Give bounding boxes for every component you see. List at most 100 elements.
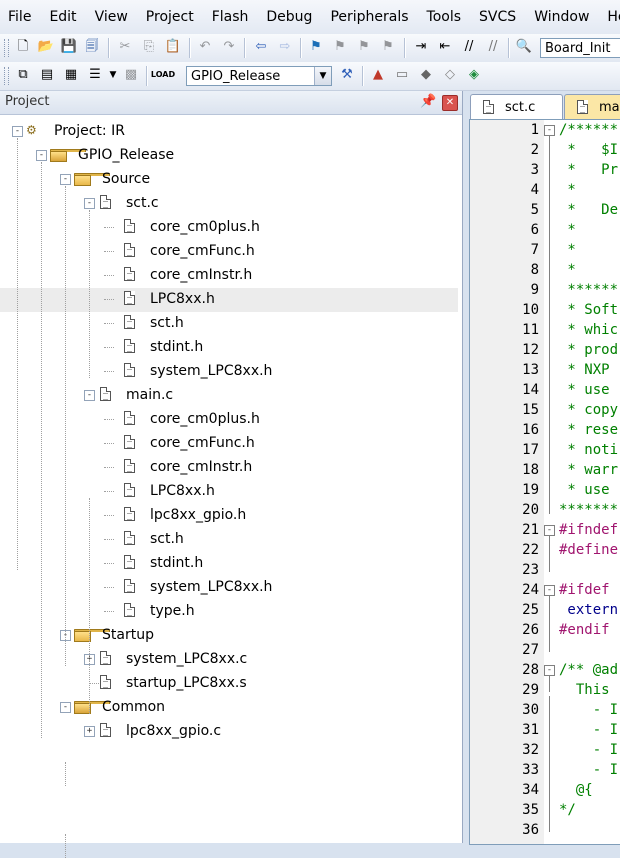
batch-dropdown-icon[interactable]: ▼ [104, 66, 122, 84]
open-folder-icon[interactable]: 📂 [37, 38, 55, 56]
tree-item[interactable]: - main.c [0, 384, 458, 408]
prev-bookmark-icon[interactable]: ⚑ [331, 38, 349, 56]
copy-icon[interactable]: ⎘ [140, 38, 158, 56]
collapse-icon[interactable]: - [60, 174, 71, 185]
tree-item-label: system_LPC8xx.c [126, 651, 248, 667]
tab-main-c[interactable]: ma [564, 94, 620, 119]
menu-window[interactable]: Window [525, 0, 598, 34]
code-line: @{ [559, 782, 593, 798]
save-icon[interactable]: 💾 [60, 38, 78, 56]
navigate-back-icon[interactable]: ⇦ [252, 38, 270, 56]
menu-peripherals[interactable]: Peripherals [321, 0, 417, 34]
tree-item[interactable]: stdint.h [0, 336, 458, 360]
expand-icon[interactable]: + [84, 726, 95, 737]
menu-tools[interactable]: Tools [418, 0, 471, 34]
tree-item[interactable]: lpc8xx_gpio.h [0, 504, 458, 528]
file-icon [124, 339, 140, 355]
tree-item[interactable]: core_cm0plus.h [0, 216, 458, 240]
undo-icon[interactable]: ↶ [196, 38, 214, 56]
bookmark-icon[interactable]: ⚑ [307, 38, 325, 56]
fold-toggle-icon[interactable]: - [544, 125, 555, 136]
tree-item[interactable]: stdint.h [0, 552, 458, 576]
tree-item[interactable]: - GPIO_Release [0, 144, 458, 168]
collapse-icon[interactable]: - [12, 126, 23, 137]
tree-item[interactable]: core_cm0plus.h [0, 408, 458, 432]
tree-item[interactable]: core_cmInstr.h [0, 264, 458, 288]
menu-view[interactable]: View [86, 0, 137, 34]
target-options-icon[interactable]: ⚒ [338, 66, 356, 84]
build-icon[interactable]: ▤ [38, 66, 56, 84]
clear-bookmarks-icon[interactable]: ⚑ [379, 38, 397, 56]
tree-item[interactable]: system_LPC8xx.h [0, 576, 458, 600]
tree-item-label: core_cmFunc.h [150, 435, 255, 451]
save-all-icon[interactable]: 🗐 [83, 38, 101, 56]
uncomment-icon[interactable]: // [484, 38, 502, 56]
collapse-icon[interactable]: - [36, 150, 47, 161]
tree-item[interactable]: type.h [0, 600, 458, 624]
code-line: - I [559, 742, 619, 758]
download-icon[interactable]: LOAD [151, 66, 175, 84]
select-packs-icon[interactable]: ▭ [393, 66, 411, 84]
fold-toggle-icon[interactable]: - [544, 525, 555, 536]
toolbar-grip[interactable] [4, 67, 9, 85]
tree-item[interactable]: - Common [0, 696, 458, 720]
rebuild-icon[interactable]: ▦ [62, 66, 80, 84]
code-line: * [559, 222, 576, 238]
unindent-icon[interactable]: ⇤ [436, 38, 454, 56]
run-time-env-icon[interactable]: ◇ [441, 66, 459, 84]
next-bookmark-icon[interactable]: ⚑ [355, 38, 373, 56]
menu-edit[interactable]: Edit [40, 0, 85, 34]
new-file-icon[interactable]: 🗋 [14, 38, 32, 56]
toolbar-grip[interactable] [4, 39, 9, 57]
tree-item[interactable]: sct.h [0, 528, 458, 552]
paste-icon[interactable]: 📋 [164, 38, 182, 56]
stop-build-icon[interactable]: ▩ [122, 66, 140, 84]
menu-flash[interactable]: Flash [203, 0, 258, 34]
tree-item[interactable]: + lpc8xx_gpio.c [0, 720, 458, 744]
fold-toggle-icon[interactable]: - [544, 665, 555, 676]
collapse-icon[interactable]: - [60, 702, 71, 713]
code-line: This [559, 682, 619, 698]
batch-build-icon[interactable]: ☰ [86, 66, 104, 84]
function-combo[interactable]: Board_Init [540, 38, 620, 58]
tab-sct-c[interactable]: sct.c [470, 94, 563, 119]
tree-item[interactable]: - ⚙ Project: IR [0, 120, 458, 144]
tree-item[interactable]: + system_LPC8xx.c [0, 648, 458, 672]
menu-project[interactable]: Project [137, 0, 203, 34]
tree-item[interactable]: LPC8xx.h [0, 288, 458, 312]
tree-item-label: sct.h [150, 315, 184, 331]
close-icon[interactable]: ✕ [442, 95, 458, 111]
collapse-icon[interactable]: - [84, 390, 95, 401]
code-editor[interactable]: 1 2 3 4 5 6 7 8 9 10 11 12 13 14 15 16 17 18 19 20 21 22 23 24 2… [469, 119, 620, 845]
tree-item[interactable]: - sct.c [0, 192, 458, 216]
collapse-icon[interactable]: - [84, 198, 95, 209]
menu-svcs[interactable]: SVCS [470, 0, 525, 34]
tree-item[interactable]: sct.h [0, 312, 458, 336]
chevron-down-icon[interactable]: ▼ [314, 67, 331, 85]
find-in-files-icon[interactable]: 🔍 [515, 38, 533, 56]
fold-toggle-icon[interactable]: - [544, 585, 555, 596]
indent-icon[interactable]: ⇥ [412, 38, 430, 56]
navigate-forward-icon[interactable]: ⇨ [276, 38, 294, 56]
cut-icon[interactable]: ✂ [116, 38, 134, 56]
tree-item[interactable]: system_LPC8xx.h [0, 360, 458, 384]
redo-icon[interactable]: ↷ [220, 38, 238, 56]
tree-item[interactable]: LPC8xx.h [0, 480, 458, 504]
manage-rte-icon[interactable]: ◈ [465, 66, 483, 84]
pack-installer-icon[interactable]: ◆ [417, 66, 435, 84]
target-select[interactable]: GPIO_Release ▼ [186, 66, 332, 86]
tree-item[interactable]: core_cmInstr.h [0, 456, 458, 480]
pin-icon[interactable]: 📌 [420, 94, 436, 109]
menu-file[interactable]: File [0, 0, 40, 34]
manage-components-icon[interactable]: ▲ [369, 66, 387, 84]
tree-item[interactable]: startup_LPC8xx.s [0, 672, 458, 696]
tree-item[interactable]: core_cmFunc.h [0, 240, 458, 264]
menu-help[interactable]: Help [598, 0, 620, 34]
function-combo-value: Board_Init [545, 41, 611, 56]
comment-icon[interactable]: // [460, 38, 478, 56]
tree-item[interactable]: - Source [0, 168, 458, 192]
translate-icon[interactable]: ⧉ [14, 66, 32, 84]
menu-debug[interactable]: Debug [257, 0, 321, 34]
tree-item[interactable]: core_cmFunc.h [0, 432, 458, 456]
tree-item[interactable]: - Startup [0, 624, 458, 648]
